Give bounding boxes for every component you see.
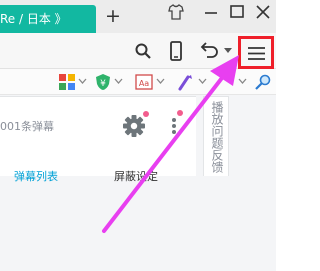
gear-icon bbox=[123, 115, 145, 137]
chevron-down-icon[interactable] bbox=[198, 78, 207, 85]
mobile-icon[interactable] bbox=[166, 41, 186, 61]
feedback-panel[interactable]: 播放问题反馈 bbox=[203, 96, 229, 176]
notification-dot bbox=[143, 111, 149, 117]
maximize-icon[interactable] bbox=[229, 3, 245, 21]
chevron-down-icon[interactable] bbox=[156, 78, 165, 85]
chevron-down-icon[interactable] bbox=[114, 78, 123, 85]
tab-title: Re / 日本 》 bbox=[0, 12, 67, 26]
grab-icon[interactable] bbox=[176, 73, 194, 91]
notification-dot bbox=[177, 110, 183, 116]
minimize-icon[interactable] bbox=[203, 3, 219, 21]
undo-dropdown-icon[interactable] bbox=[224, 48, 232, 54]
danmaku-count: 001条弹幕 bbox=[0, 120, 54, 133]
svg-text:¥: ¥ bbox=[100, 79, 106, 89]
more-button[interactable] bbox=[163, 110, 185, 138]
active-tab[interactable]: Re / 日本 》 bbox=[0, 5, 96, 33]
new-tab-button[interactable]: + bbox=[103, 4, 123, 28]
chevron-down-icon[interactable] bbox=[238, 78, 247, 85]
tab-danmaku-list[interactable]: 弹幕列表 bbox=[14, 168, 58, 184]
settings-button[interactable] bbox=[121, 111, 149, 139]
tab-block-settings[interactable]: 屏蔽设定 bbox=[114, 168, 158, 184]
menu-icon bbox=[248, 47, 265, 60]
app-grid-icon[interactable] bbox=[58, 73, 76, 91]
close-icon[interactable] bbox=[255, 3, 271, 21]
chevron-down-icon[interactable] bbox=[78, 78, 87, 85]
title-bar: Re / 日本 》 + bbox=[0, 0, 276, 33]
search-icon[interactable] bbox=[134, 41, 152, 61]
extension-bar: ¥ Aa bbox=[0, 69, 276, 95]
svg-text:Aa: Aa bbox=[139, 79, 149, 88]
skin-icon[interactable] bbox=[168, 3, 184, 21]
feedback-label: 播放问题反馈 bbox=[210, 101, 224, 173]
more-icon bbox=[172, 118, 176, 134]
danmaku-panel: 001条弹幕 弹幕列表 屏蔽设定 bbox=[0, 96, 196, 183]
translate-icon[interactable]: Aa bbox=[135, 73, 153, 91]
address-toolbar bbox=[0, 33, 276, 69]
menu-button[interactable] bbox=[238, 36, 274, 69]
undo-icon[interactable] bbox=[199, 41, 219, 61]
shield-icon[interactable]: ¥ bbox=[94, 73, 112, 91]
magnifier-icon[interactable] bbox=[254, 73, 272, 91]
